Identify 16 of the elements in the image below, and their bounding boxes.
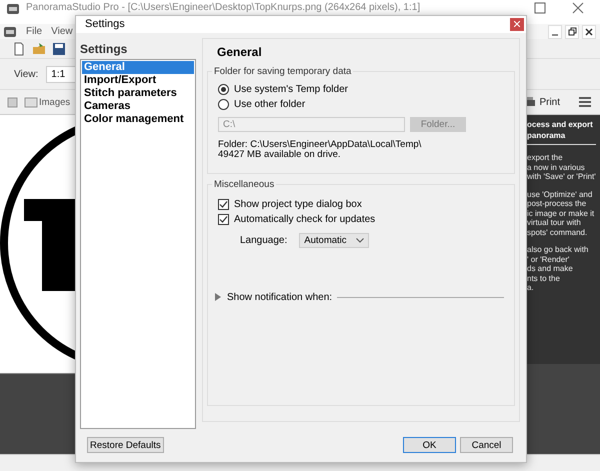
page-title: General [216,44,262,61]
dialog-title: Settings [85,18,125,30]
panel-paragraph: use 'Optimize' and post-process the ic image or make it virtual tour with spots' command. [527,190,596,237]
radio-label: Use system's Temp folder [234,84,348,95]
radio-label: Use other folder [234,98,306,110]
window-title: PanoramaStudio Pro - [C:\Users\Engineer\Desktop\TopKnurps.png (264x264 pixels), 1:1] [26,2,422,13]
sidebar-title: Settings [80,40,128,58]
panel-paragraph: export the a now in various with 'Save' or 'Print' [527,153,597,182]
view-label: View: [14,68,38,80]
folder-info: Folder: C:\Users\Engineer\AppData\Local\Temp\ 49427 MB available on drive. [218,140,422,160]
checkbox-label: Automatically check for updates [234,214,376,225]
checkbox-label: Show project type dialog box [234,198,362,210]
panel-paragraph: also go back with ' or 'Render' ds and make nts to the a. [527,245,590,292]
language-label: Language: [240,234,288,246]
group-legend: Miscellaneous [212,178,276,190]
group-legend: Folder for saving temporary data [212,66,354,77]
